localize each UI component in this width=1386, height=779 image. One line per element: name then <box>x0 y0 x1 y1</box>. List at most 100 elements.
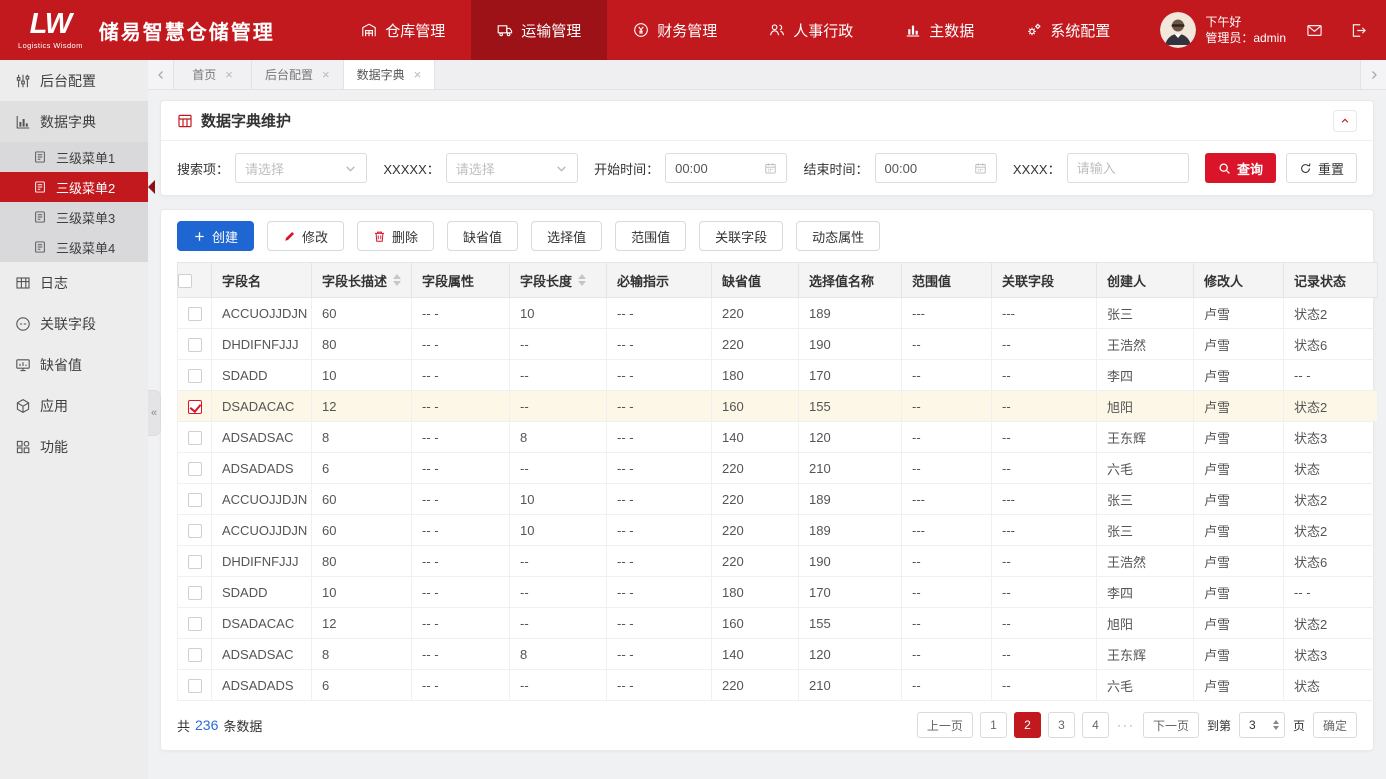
panel-collapse-button[interactable] <box>1333 110 1357 132</box>
column-header: 选择值名称 <box>799 263 902 298</box>
calendar-icon <box>974 162 987 175</box>
stepper-icon[interactable] <box>1273 720 1279 730</box>
nav-item-label: 财务管理 <box>657 20 717 41</box>
page-button-4[interactable]: 4 <box>1082 712 1109 738</box>
row-checkbox[interactable] <box>188 307 202 321</box>
app-header: LW Logistics Wisdom 储易智慧仓储管理 仓库管理运输管理财务管… <box>0 0 1386 60</box>
edit-button[interactable]: 修改 <box>267 221 344 251</box>
table-row[interactable]: ACCUOJJDJN60-- -10-- -220189------张三卢雪状态… <box>178 298 1378 329</box>
next-page-button[interactable]: 下一页 <box>1143 712 1199 738</box>
default-value-button[interactable]: 缺省值 <box>447 221 518 251</box>
logout-button[interactable] <box>1342 15 1374 45</box>
table-row[interactable]: DHDIFNFJJJ80-- ----- -220190----王浩然卢雪状态6 <box>178 546 1378 577</box>
table-cell: 190 <box>799 546 902 577</box>
sidebar-item-submenu-1[interactable]: 三级菜单1 <box>0 142 148 172</box>
nav-item-finance[interactable]: 财务管理 <box>607 0 743 60</box>
sidebar-item-submenu-2[interactable]: 三级菜单2 <box>0 172 148 202</box>
sidebar-item-default-values[interactable]: 缺省值 <box>0 344 148 385</box>
page-button-3[interactable]: 3 <box>1048 712 1075 738</box>
row-checkbox[interactable] <box>188 586 202 600</box>
tab-scroll-left[interactable] <box>148 60 174 89</box>
close-icon[interactable]: × <box>414 68 422 81</box>
tab-1[interactable]: 后台配置× <box>252 60 344 89</box>
sidebar-item-applications[interactable]: 应用 <box>0 385 148 426</box>
row-checkbox[interactable] <box>188 400 202 414</box>
nav-item-warehouse[interactable]: 仓库管理 <box>335 0 471 60</box>
table-row[interactable]: ADSADADS6-- ----- -220210----六毛卢雪状态 <box>178 670 1378 701</box>
delete-button[interactable]: 删除 <box>357 221 434 251</box>
goto-page-input[interactable]: 3 <box>1239 712 1285 738</box>
search-item-select[interactable]: 请选择 <box>235 153 367 183</box>
reset-button[interactable]: 重置 <box>1286 153 1357 183</box>
tab-0[interactable]: 首页× <box>174 60 252 89</box>
prev-page-button[interactable]: 上一页 <box>917 712 973 738</box>
tab-2[interactable]: 数据字典× <box>344 60 436 89</box>
row-checkbox[interactable] <box>188 431 202 445</box>
table-row[interactable]: ADSADSAC8-- -8-- -140120----王东辉卢雪状态3 <box>178 639 1378 670</box>
sidebar-item-backend-config[interactable]: 后台配置 <box>0 60 148 101</box>
document-icon <box>33 150 47 164</box>
row-checkbox[interactable] <box>188 555 202 569</box>
row-checkbox[interactable] <box>188 524 202 538</box>
page-button-1[interactable]: 1 <box>980 712 1007 738</box>
create-button[interactable]: 创建 <box>177 221 254 251</box>
row-checkbox[interactable] <box>188 648 202 662</box>
row-checkbox[interactable] <box>188 369 202 383</box>
table-cell: 10 <box>510 515 607 546</box>
row-checkbox[interactable] <box>188 338 202 352</box>
sidebar-item-submenu-3[interactable]: 三级菜单3 <box>0 202 148 232</box>
table-row[interactable]: ADSADSAC8-- -8-- -140120----王东辉卢雪状态3 <box>178 422 1378 453</box>
sidebar-collapse-handle[interactable]: « <box>148 390 161 436</box>
nav-item-hr[interactable]: 人事行政 <box>743 0 879 60</box>
table-row[interactable]: ACCUOJJDJN60-- -10-- -220189------张三卢雪状态… <box>178 515 1378 546</box>
button-label: 缺省值 <box>463 227 502 246</box>
nav-item-label: 人事行政 <box>793 20 853 41</box>
table-row[interactable]: DSADACAC12-- ----- -160155----旭阳卢雪状态2 <box>178 608 1378 639</box>
table-row[interactable]: DSADACAC12-- ----- -160155----旭阳卢雪状态2 <box>178 391 1378 422</box>
query-button[interactable]: 查询 <box>1205 153 1276 183</box>
range-value-button[interactable]: 范围值 <box>615 221 686 251</box>
sort-icon[interactable] <box>393 274 401 286</box>
start-time-input[interactable]: 00:00 <box>665 153 787 183</box>
xxxxx-select[interactable]: 请选择 <box>446 153 578 183</box>
row-checkbox[interactable] <box>188 493 202 507</box>
close-icon[interactable]: × <box>225 68 233 81</box>
envelope-icon <box>1306 22 1323 39</box>
tab-scroll-right[interactable] <box>1360 60 1386 89</box>
table-row[interactable]: ADSADADS6-- ----- -220210----六毛卢雪状态 <box>178 453 1378 484</box>
sort-icon[interactable] <box>578 274 586 286</box>
row-checkbox[interactable] <box>188 462 202 476</box>
table-cell: 卢雪 <box>1194 360 1284 391</box>
select-value-button[interactable]: 选择值 <box>531 221 602 251</box>
row-checkbox[interactable] <box>188 617 202 631</box>
select-all-cell <box>178 263 212 298</box>
table-row[interactable]: SDADD10-- ----- -180170----李四卢雪-- - <box>178 360 1378 391</box>
xxxx-input[interactable] <box>1067 153 1189 183</box>
table-row[interactable]: SDADD10-- ----- -180170----李四卢雪-- - <box>178 577 1378 608</box>
sidebar-item-submenu-4[interactable]: 三级菜单4 <box>0 232 148 262</box>
nav-item-transport[interactable]: 运输管理 <box>471 0 607 60</box>
sidebar-item-logs[interactable]: 日志 <box>0 262 148 303</box>
nav-item-master-data[interactable]: 主数据 <box>879 0 1000 60</box>
end-time-input[interactable]: 00:00 <box>875 153 997 183</box>
close-icon[interactable]: × <box>322 68 330 81</box>
table-cell: 220 <box>712 515 799 546</box>
table-cell: --- <box>992 484 1097 515</box>
dynamic-attr-button[interactable]: 动态属性 <box>796 221 880 251</box>
table-cell: -- <box>902 422 992 453</box>
sidebar-item-related-fields[interactable]: 关联字段 <box>0 303 148 344</box>
sidebar-item-functions[interactable]: 功能 <box>0 426 148 467</box>
sidebar-item-data-dictionary[interactable]: 数据字典 <box>0 101 148 142</box>
related-field-button[interactable]: 关联字段 <box>699 221 783 251</box>
table-row[interactable]: DHDIFNFJJJ80-- ----- -220190----王浩然卢雪状态6 <box>178 329 1378 360</box>
mail-button[interactable] <box>1298 15 1330 45</box>
select-all-checkbox[interactable] <box>178 274 192 288</box>
more-pages-button[interactable]: ··· <box>1116 712 1136 738</box>
nav-item-system-config[interactable]: 系统配置 <box>1000 0 1136 60</box>
page-button-2[interactable]: 2 <box>1014 712 1041 738</box>
row-checkbox[interactable] <box>188 679 202 693</box>
user-area[interactable]: 下午好 管理员：admin <box>1160 12 1286 48</box>
table-row[interactable]: ACCUOJJDJN60-- -10-- -220189------张三卢雪状态… <box>178 484 1378 515</box>
table-cell: -- - <box>412 391 510 422</box>
confirm-button[interactable]: 确定 <box>1313 712 1357 738</box>
